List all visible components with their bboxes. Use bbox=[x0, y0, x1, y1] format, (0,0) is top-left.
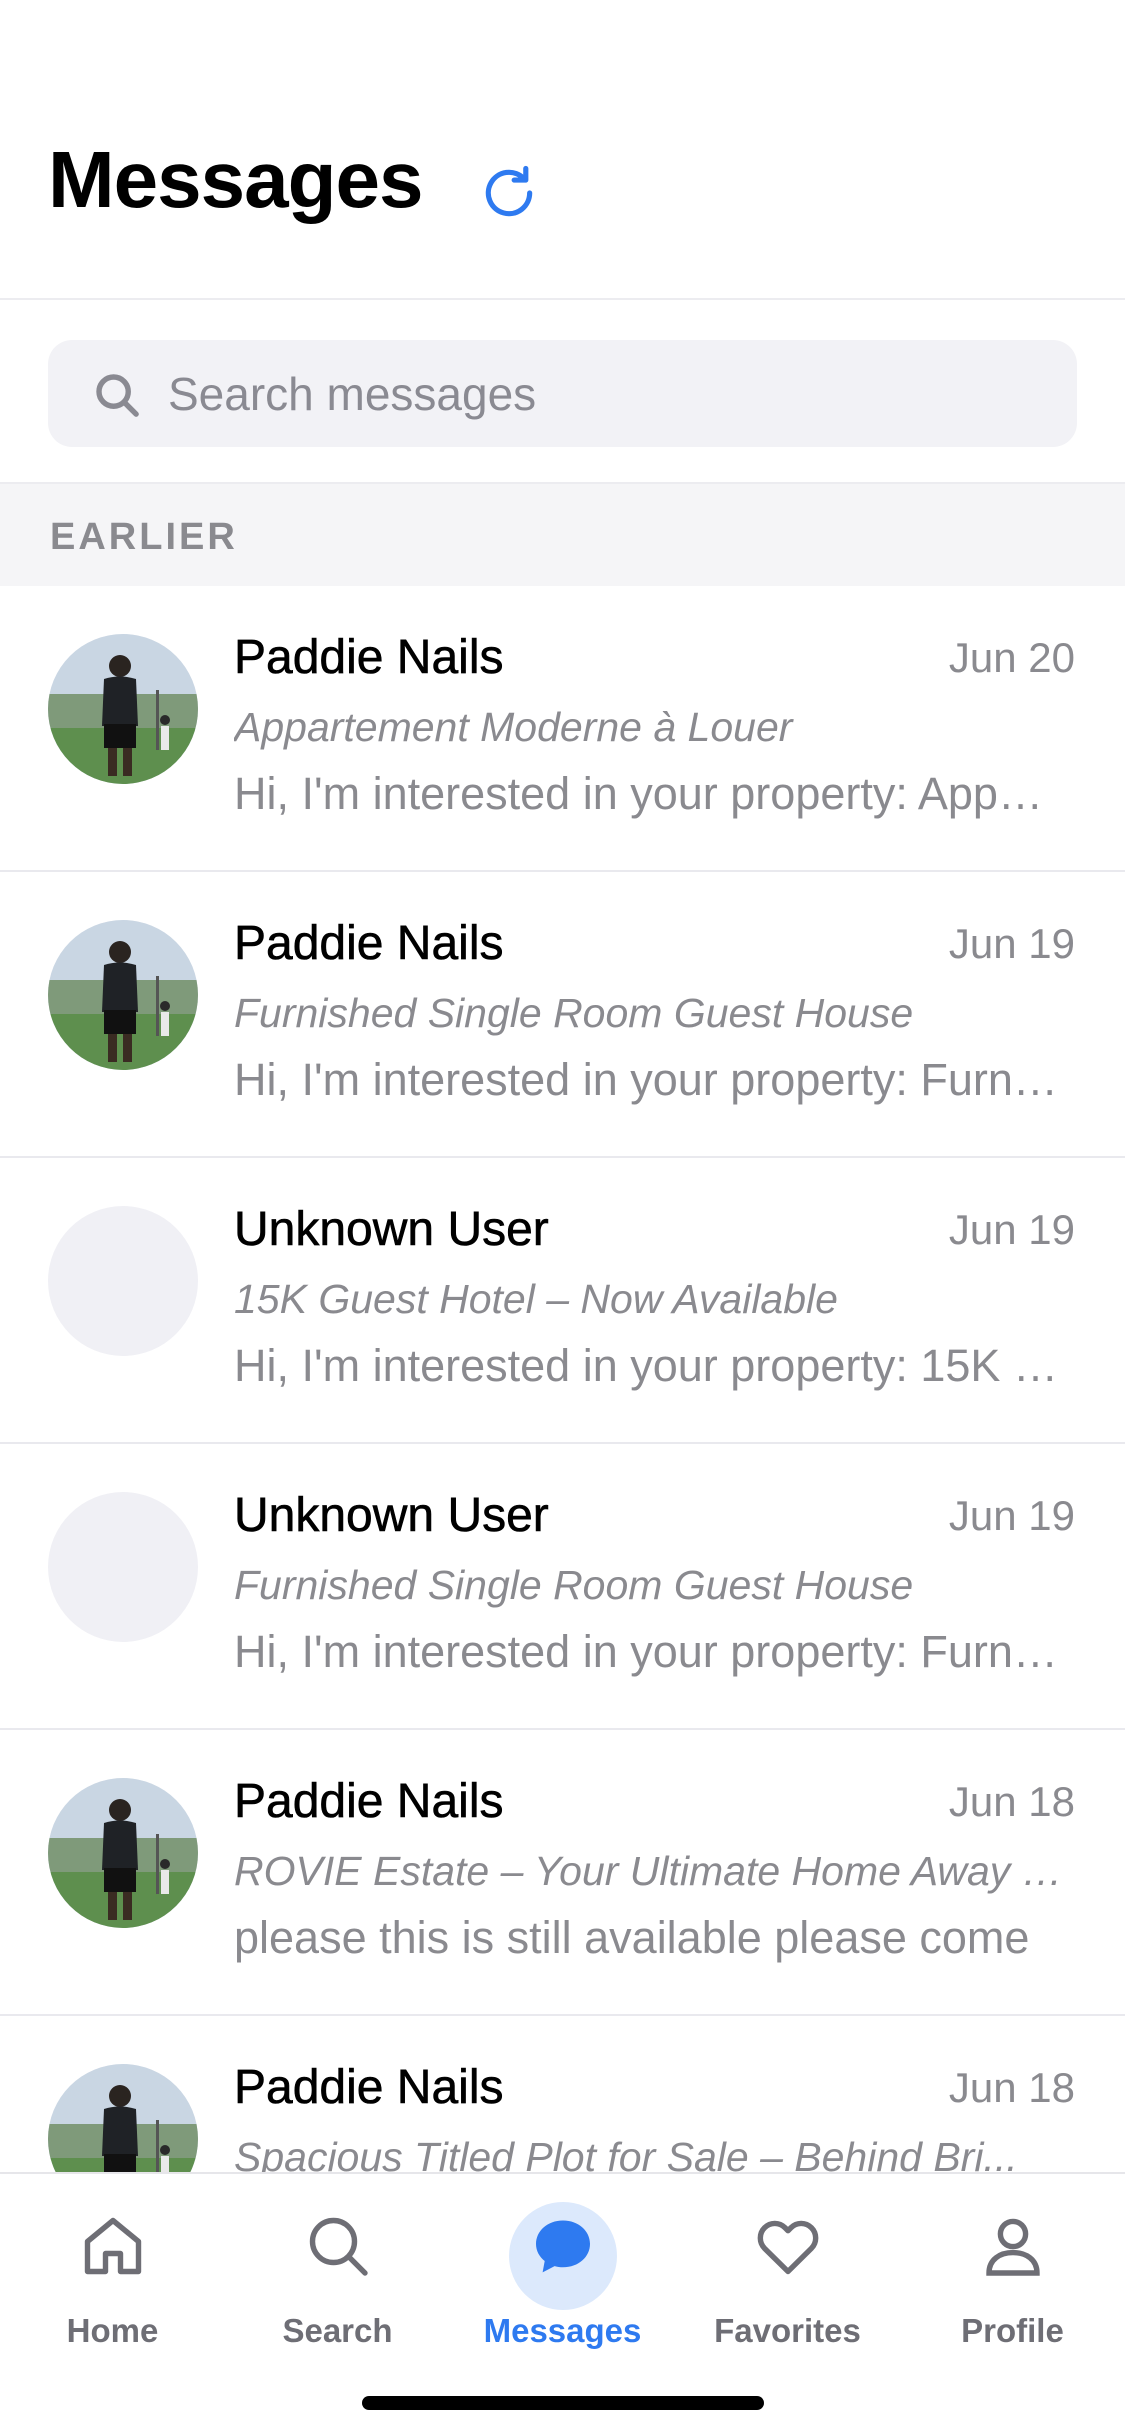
person-icon bbox=[985, 2218, 1040, 2276]
conversation-row[interactable]: Unknown User Jun 19 Furnished Single Roo… bbox=[0, 1444, 1125, 1730]
conversation-row[interactable]: Paddie Nails Jun 19 Furnished Single Roo… bbox=[0, 872, 1125, 1158]
message-date: Jun 18 bbox=[948, 1778, 1075, 1825]
sender-name: Unknown User bbox=[234, 1489, 549, 1543]
sender-name: Unknown User bbox=[234, 1203, 549, 1257]
section-label: EARLIER bbox=[50, 516, 238, 558]
conversation-row[interactable]: Paddie Nails Jun 18 ROVIE Estate – Your … bbox=[0, 1730, 1125, 2016]
tab-label-search: Search bbox=[282, 2312, 393, 2349]
conversation-row[interactable]: Paddie Nails Jun 20 Appartement Moderne … bbox=[0, 586, 1125, 872]
avatar-photo bbox=[48, 920, 198, 1070]
tab-messages[interactable]: Messages bbox=[450, 2174, 675, 2374]
sender-name: Paddie Nails bbox=[234, 917, 504, 971]
chat-bubble-icon bbox=[535, 2220, 590, 2273]
home-indicator bbox=[362, 2396, 764, 2410]
sender-name: Paddie Nails bbox=[234, 631, 504, 685]
header: Messages bbox=[0, 0, 1125, 300]
home-icon bbox=[84, 2217, 141, 2275]
message-preview: please this is still available please co… bbox=[234, 1912, 1030, 1963]
tab-search[interactable]: Search bbox=[225, 2174, 450, 2374]
sender-name: Paddie Nails bbox=[234, 1775, 504, 1829]
tab-profile[interactable]: Profile bbox=[900, 2174, 1125, 2374]
refresh-icon[interactable] bbox=[478, 162, 540, 224]
tab-label-home: Home bbox=[66, 2312, 159, 2349]
message-preview: Hi, I'm interested in your property: Fur… bbox=[234, 1626, 1060, 1677]
section-header-earlier: EARLIER bbox=[0, 484, 1125, 586]
search-icon bbox=[309, 2217, 368, 2276]
search-section bbox=[0, 300, 1125, 484]
conversation-list[interactable]: Paddie Nails Jun 20 Appartement Moderne … bbox=[0, 586, 1125, 2172]
avatar bbox=[48, 2064, 198, 2172]
search-icon bbox=[96, 374, 139, 417]
property-title: Furnished Single Room Guest House bbox=[234, 990, 914, 1036]
conversation-row[interactable]: Unknown User Jun 19 15K Guest Hotel – No… bbox=[0, 1158, 1125, 1444]
avatar-photo bbox=[48, 1778, 198, 1928]
message-date: Jun 20 bbox=[948, 634, 1075, 681]
avatar-photo bbox=[48, 634, 198, 784]
property-title: Spacious Titled Plot for Sale – Behind B… bbox=[234, 2134, 1018, 2172]
tab-home[interactable]: Home bbox=[0, 2174, 225, 2374]
sender-name: Paddie Nails bbox=[234, 2061, 504, 2115]
message-preview: Hi, I'm interested in your property: App… bbox=[234, 768, 1060, 819]
property-title: Appartement Moderne à Louer bbox=[234, 704, 793, 750]
message-preview: Hi, I'm interested in your property: Fur… bbox=[234, 1054, 1060, 1105]
avatar-placeholder bbox=[48, 1206, 198, 1356]
avatar-placeholder bbox=[48, 1492, 198, 1642]
avatar bbox=[48, 1778, 198, 1928]
tab-favorites[interactable]: Favorites bbox=[675, 2174, 900, 2374]
avatar-photo bbox=[48, 2064, 198, 2172]
message-date: Jun 19 bbox=[948, 920, 1075, 967]
tab-label-messages: Messages bbox=[483, 2312, 642, 2349]
message-preview: Hi, I'm interested in your property: 15K… bbox=[234, 1340, 1060, 1391]
property-title: Furnished Single Room Guest House bbox=[234, 1562, 914, 1608]
message-date: Jun 19 bbox=[948, 1206, 1075, 1253]
conversation-row[interactable]: Paddie Nails Jun 18 Spacious Titled Plot… bbox=[0, 2016, 1125, 2172]
property-title: 15K Guest Hotel – Now Available bbox=[234, 1276, 838, 1322]
heart-icon bbox=[757, 2220, 818, 2275]
search-input[interactable] bbox=[168, 340, 1048, 447]
avatar bbox=[48, 634, 198, 784]
tab-label-profile: Profile bbox=[961, 2312, 1064, 2349]
search-bar[interactable] bbox=[48, 340, 1077, 447]
page-title: Messages bbox=[48, 135, 423, 224]
message-date: Jun 19 bbox=[948, 1492, 1075, 1539]
tab-label-favorites: Favorites bbox=[714, 2312, 861, 2349]
message-date: Jun 18 bbox=[948, 2064, 1075, 2111]
avatar bbox=[48, 920, 198, 1070]
property-title: ROVIE Estate – Your Ultimate Home Away F… bbox=[234, 1848, 1074, 1894]
